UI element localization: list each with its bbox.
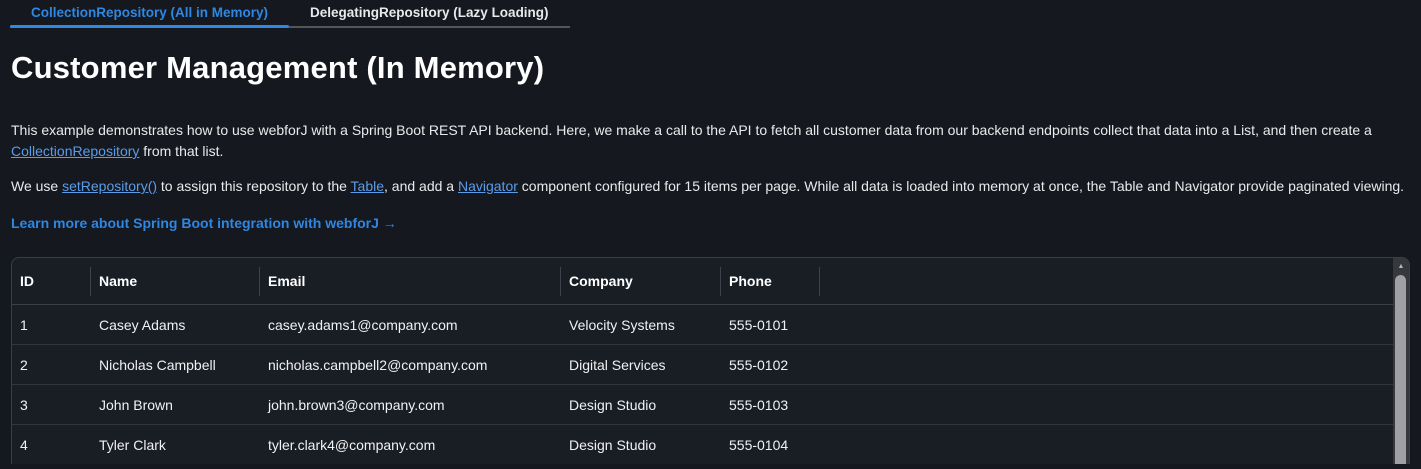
collection-repository-link[interactable]: CollectionRepository [11, 143, 139, 159]
cell-phone: 555-0101 [721, 317, 820, 333]
table-row[interactable]: 3 John Brown john.brown3@company.com Des… [12, 385, 1409, 425]
cell-phone: 555-0103 [721, 397, 820, 413]
tab-bar: CollectionRepository (All in Memory) Del… [10, 0, 570, 28]
column-header-phone[interactable]: Phone [721, 258, 820, 304]
table-body: 1 Casey Adams casey.adams1@company.com V… [12, 305, 1409, 464]
cell-company: Design Studio [561, 397, 721, 413]
table-row[interactable]: 1 Casey Adams casey.adams1@company.com V… [12, 305, 1409, 345]
cell-name: Nicholas Campbell [91, 357, 260, 373]
intro-text-after: from that list. [139, 143, 223, 159]
cell-id: 4 [12, 437, 91, 453]
usage-text-3: , and add a [384, 178, 458, 194]
table-scrollbar[interactable]: ▲ [1393, 258, 1409, 464]
cell-company: Design Studio [561, 437, 721, 453]
cell-id: 2 [12, 357, 91, 373]
learn-more-link[interactable]: Learn more about Spring Boot integration… [11, 215, 397, 231]
cell-name: Casey Adams [91, 317, 260, 333]
scroll-up-icon[interactable]: ▲ [1393, 259, 1409, 274]
customer-table: ID Name Email Company Phone 1 Casey Adam… [11, 257, 1410, 464]
usage-text-1: We use [11, 178, 62, 194]
tab-collection-repository[interactable]: CollectionRepository (All in Memory) [10, 0, 289, 26]
intro-paragraph: This example demonstrates how to use web… [11, 120, 1410, 162]
page: { "colors": { "background": "#15181f", "… [0, 0, 1421, 469]
set-repository-link[interactable]: setRepository() [62, 178, 157, 194]
cell-company: Digital Services [561, 357, 721, 373]
cell-id: 1 [12, 317, 91, 333]
cell-email: john.brown3@company.com [260, 397, 561, 413]
table-row[interactable]: 4 Tyler Clark tyler.clark4@company.com D… [12, 425, 1409, 464]
page-title: Customer Management (In Memory) [11, 50, 1410, 86]
navigator-link[interactable]: Navigator [458, 178, 518, 194]
cell-email: tyler.clark4@company.com [260, 437, 561, 453]
cell-email: nicholas.campbell2@company.com [260, 357, 561, 373]
cell-id: 3 [12, 397, 91, 413]
main-content: Customer Management (In Memory) This exa… [0, 50, 1421, 233]
column-header-company[interactable]: Company [561, 258, 721, 304]
usage-paragraph: We use setRepository() to assign this re… [11, 176, 1410, 197]
tab-delegating-repository[interactable]: DelegatingRepository (Lazy Loading) [289, 0, 570, 26]
table-header-row: ID Name Email Company Phone [12, 258, 1409, 305]
column-header-name[interactable]: Name [91, 258, 260, 304]
cell-email: casey.adams1@company.com [260, 317, 561, 333]
table-link[interactable]: Table [351, 178, 384, 194]
cell-phone: 555-0102 [721, 357, 820, 373]
usage-text-4: component configured for 15 items per pa… [518, 178, 1404, 194]
table-row[interactable]: 2 Nicholas Campbell nicholas.campbell2@c… [12, 345, 1409, 385]
usage-text-2: to assign this repository to the [157, 178, 351, 194]
scrollbar-thumb[interactable] [1395, 275, 1406, 464]
cell-name: John Brown [91, 397, 260, 413]
intro-text-before: This example demonstrates how to use web… [11, 122, 1372, 138]
column-header-id[interactable]: ID [12, 258, 91, 304]
cell-name: Tyler Clark [91, 437, 260, 453]
cell-phone: 555-0104 [721, 437, 820, 453]
column-header-email[interactable]: Email [260, 258, 561, 304]
cell-company: Velocity Systems [561, 317, 721, 333]
